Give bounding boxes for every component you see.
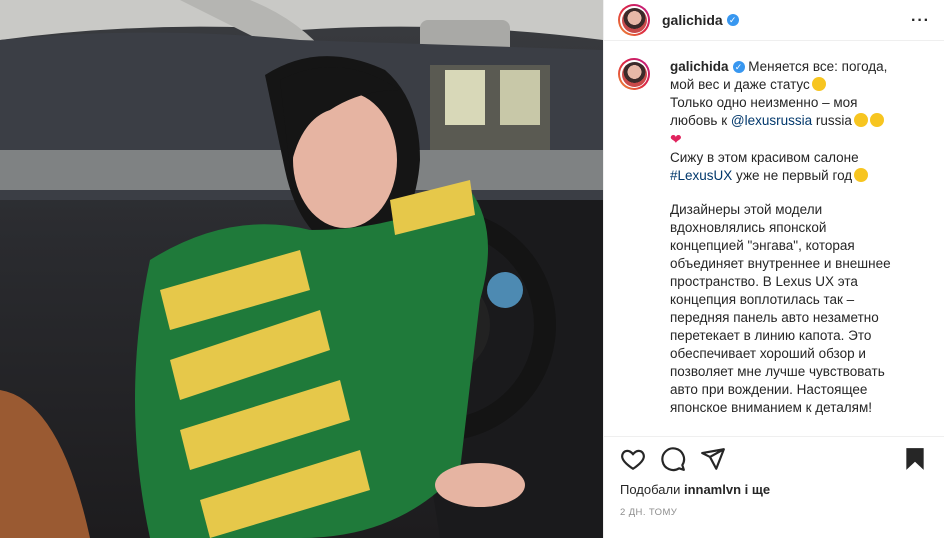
caption-line: Только одно неизменно – моя xyxy=(670,95,858,110)
avatar[interactable] xyxy=(618,4,650,36)
caption-line: перетекает в линию капота. Это xyxy=(670,328,872,343)
verified-badge-icon: ✓ xyxy=(732,61,745,74)
caption-line: авто при вождении. Настоящее xyxy=(670,382,868,397)
laughing-emoji-icon xyxy=(811,77,826,91)
caption-line: Меняется все: погода, xyxy=(748,59,888,74)
caption-line: передняя панель авто незаметно xyxy=(670,310,879,325)
caption-line: позволяет мне лучше чувствовать xyxy=(670,364,885,379)
caption-username[interactable]: galichida xyxy=(670,59,729,74)
bookmark-icon[interactable] xyxy=(902,446,928,472)
caption-text: galichida ✓ Меняется все: погода, мой вес… xyxy=(670,58,891,432)
heart-eyes-emoji-icon xyxy=(854,168,869,182)
likes-prefix: Подобали xyxy=(620,482,684,497)
caption-line: концепция воплотилась так – xyxy=(670,292,855,307)
likes-others-link[interactable]: і ще xyxy=(741,482,770,497)
divider xyxy=(604,436,944,437)
caption: galichida ✓ Меняется все: погода, мой вес… xyxy=(618,58,930,432)
caption-line: объединяет внутреннее и внешнее xyxy=(670,256,891,271)
heart-emoji-icon: ❤ xyxy=(670,131,682,147)
more-options-icon[interactable]: ··· xyxy=(911,12,930,30)
caption-line: обеспечивает хороший обзор и xyxy=(670,346,866,361)
caption-line: уже не первый год xyxy=(732,168,853,183)
caption-line: любовь к xyxy=(670,113,731,128)
laughing-emoji-icon xyxy=(869,113,884,127)
post-timestamp[interactable]: 2 дн. тому xyxy=(620,507,677,518)
username-link[interactable]: galichida xyxy=(662,12,723,28)
hashtag-link[interactable]: #LexusUX xyxy=(670,168,732,183)
likes-summary: Подобали innamlvn і ще xyxy=(620,482,770,497)
avatar[interactable] xyxy=(618,58,650,90)
action-bar xyxy=(620,446,928,474)
caption-line: Сижу в этом красивом салоне xyxy=(670,150,859,165)
photo-illustration xyxy=(0,0,603,538)
caption-line: концепцией "энгава", которая xyxy=(670,238,855,253)
hand-emoji-icon xyxy=(853,113,868,127)
caption-paragraph: Дизайнеры этой модели вдохновлялись япон… xyxy=(670,201,891,417)
caption-line: мой вес и даже статус xyxy=(670,77,810,92)
post-details-panel: galichida ✓ ··· galichida ✓ Меняется все:… xyxy=(603,0,944,538)
caption-line: Дизайнеры этой модели xyxy=(670,202,823,217)
heart-icon[interactable] xyxy=(620,446,646,472)
post-photo[interactable] xyxy=(0,0,603,538)
caption-line: японское вниманием к деталям! xyxy=(670,400,873,415)
caption-line: вдохновлялись японской xyxy=(670,220,827,235)
share-icon[interactable] xyxy=(700,446,726,472)
liker-username-link[interactable]: innamlvn xyxy=(684,482,741,497)
caption-line: russia xyxy=(812,113,852,128)
verified-badge-icon: ✓ xyxy=(726,14,739,26)
comment-icon[interactable] xyxy=(660,446,686,472)
post-header: galichida ✓ ··· xyxy=(604,0,944,41)
mention-link[interactable]: @lexusrussia xyxy=(731,113,812,128)
caption-line: пространство. В Lexus UX эта xyxy=(670,274,858,289)
